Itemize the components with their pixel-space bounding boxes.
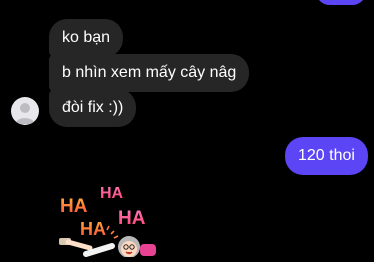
sticker-graphic: HA HA HA HA <box>59 185 156 258</box>
incoming-message-bubble[interactable]: b nhìn xem mấy cây nâg <box>49 54 250 92</box>
default-avatar-icon <box>15 103 35 124</box>
message-text: 120 thoi <box>298 147 355 164</box>
outgoing-message-bubble-partial[interactable] <box>316 0 366 5</box>
ha-text: HA <box>118 208 146 229</box>
avatar[interactable] <box>11 97 39 125</box>
ha-text: HA <box>80 219 106 239</box>
message-text: b nhìn xem mấy cây nâg <box>62 64 237 81</box>
message-text: đòi fix :)) <box>62 99 124 116</box>
ha-text: HA <box>100 185 124 202</box>
laughing-sticker[interactable]: HA HA HA HA <box>56 176 166 258</box>
incoming-message-bubble[interactable]: đòi fix :)) <box>49 89 137 127</box>
incoming-message-bubble[interactable]: ko bạn <box>49 19 124 57</box>
chat-thread: ko bạn b nhìn xem mấy cây nâg đòi fix :)… <box>0 0 374 258</box>
message-text: ko bạn <box>62 29 111 46</box>
ha-text: HA <box>60 196 88 217</box>
outgoing-message-bubble[interactable]: 120 thoi <box>285 137 368 175</box>
